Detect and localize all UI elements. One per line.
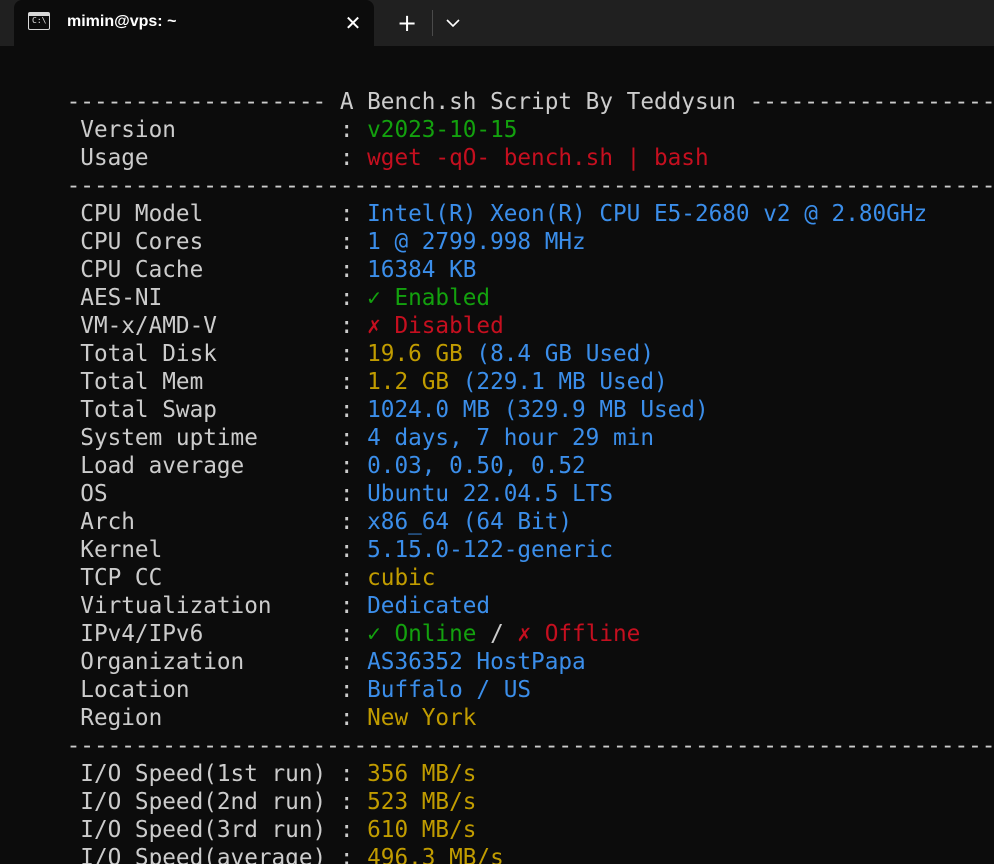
io-speed-3-row: I/O Speed(3rd run) : 610 MB/s — [12, 788, 476, 843]
total-disk-row: Total Disk : 19.6 GB (8.4 GB Used) — [12, 312, 654, 367]
vmx-row: VM-x/AMD-V : ✗ Disabled — [12, 284, 503, 339]
cpu-cache-row: CPU Cache : 16384 KB — [12, 228, 476, 283]
new-tab-button[interactable]: + — [390, 7, 424, 39]
terminal-icon: C:\ — [28, 12, 50, 30]
total-swap-row: Total Swap : 1024.0 MB (329.9 MB Used) — [12, 368, 708, 423]
organization-row: Organization : AS36352 HostPapa — [12, 620, 585, 675]
location-row: Location : Buffalo / US — [12, 648, 531, 703]
version-row: Version : v2023-10-15 — [12, 88, 517, 143]
io-speed-1-row: I/O Speed(1st run) : 356 MB/s — [12, 732, 476, 787]
separator-line: ----------------------------------------… — [12, 144, 994, 199]
close-tab-icon[interactable]: ✕ — [339, 9, 367, 37]
cpu-cores-row: CPU Cores : 1 @ 2799.998 MHz — [12, 200, 585, 255]
tab-title: mimin@vps: ~ — [67, 13, 177, 30]
arch-row: Arch : x86_64 (64 Bit) — [12, 480, 572, 535]
os-row: OS : Ubuntu 22.04.5 LTS — [12, 452, 613, 507]
terminal-icon-text: C:\ — [32, 16, 47, 25]
banner-line: ------------------- A Bench.sh Script By… — [12, 60, 994, 115]
terminal-tab[interactable]: C:\ mimin@vps: ~ ✕ — [14, 0, 374, 46]
title-bar: C:\ mimin@vps: ~ ✕ + — [0, 0, 994, 46]
io-speed-average-row: I/O Speed(average) : 496.3 MB/s — [12, 816, 503, 864]
separator-line: ----------------------------------------… — [12, 844, 994, 864]
uptime-row: System uptime : 4 days, 7 hour 29 min — [12, 396, 654, 451]
io-speed-2-row: I/O Speed(2nd run) : 523 MB/s — [12, 760, 476, 815]
usage-row: Usage : wget -qO- bench.sh | bash — [12, 116, 708, 171]
kernel-row: Kernel : 5.15.0-122-generic — [12, 508, 613, 563]
terminal-output[interactable]: ------------------- A Bench.sh Script By… — [0, 46, 994, 864]
region-row: Region : New York — [12, 676, 476, 731]
virtualization-row: Virtualization : Dedicated — [12, 564, 490, 619]
total-mem-row: Total Mem : 1.2 GB (229.1 MB Used) — [12, 340, 667, 395]
tab-separator — [432, 10, 433, 36]
aes-ni-row: AES-NI : ✓ Enabled — [12, 256, 490, 311]
chevron-down-icon[interactable] — [440, 7, 466, 39]
tcp-cc-row: TCP CC : cubic — [12, 536, 435, 591]
separator-line: ----------------------------------------… — [12, 704, 994, 759]
load-row: Load average : 0.03, 0.50, 0.52 — [12, 424, 585, 479]
ip-row: IPv4/IPv6 : ✓ Online / ✗ Offline — [12, 592, 640, 647]
cpu-model-row: CPU Model : Intel(R) Xeon(R) CPU E5-2680… — [12, 172, 927, 227]
